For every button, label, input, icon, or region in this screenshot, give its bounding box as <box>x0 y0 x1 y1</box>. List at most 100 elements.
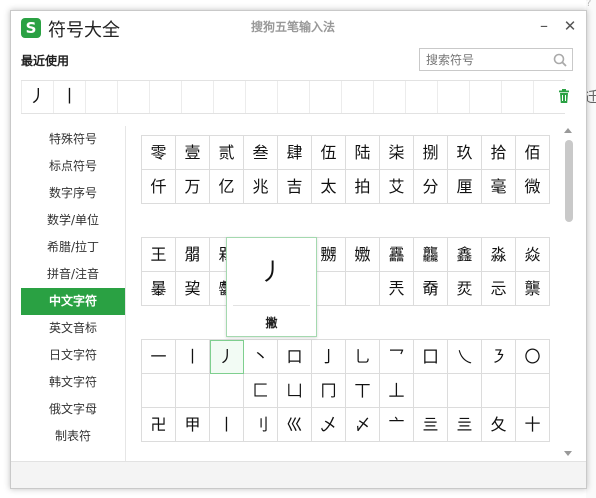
sidebar-item[interactable]: 韩文字符 <box>21 369 125 396</box>
recent-symbol-cell[interactable] <box>277 81 309 113</box>
recent-symbol-cell[interactable] <box>341 81 373 113</box>
symbol-cell[interactable]: 十 <box>516 408 550 442</box>
sidebar-item[interactable]: 数学/单位 <box>21 207 125 234</box>
symbol-cell[interactable]: 丶 <box>244 340 278 374</box>
symbol-cell[interactable]: 奣 <box>414 272 448 306</box>
symbol-cell[interactable]: 乀 <box>448 340 482 374</box>
symbol-cell[interactable]: 亅 <box>312 340 346 374</box>
sidebar-item[interactable]: 中文字符 <box>21 288 125 315</box>
recent-symbol-cell[interactable]: 丨 <box>53 81 85 113</box>
symbol-cell[interactable] <box>142 374 176 408</box>
symbol-cell[interactable]: 乚 <box>346 340 380 374</box>
recent-symbol-cell[interactable] <box>245 81 277 113</box>
recent-symbol-cell[interactable] <box>437 81 469 113</box>
symbol-cell[interactable]: 厘 <box>448 170 482 204</box>
sidebar-item[interactable]: 制表符 <box>21 423 125 450</box>
symbol-cell[interactable]: 曓 <box>142 272 176 306</box>
symbol-cell[interactable]: 万 <box>176 170 210 204</box>
sidebar-item[interactable]: 英文音标 <box>21 315 125 342</box>
symbol-cell[interactable]: 亖 <box>414 408 448 442</box>
recent-symbol-cell[interactable] <box>501 81 533 113</box>
symbol-cell[interactable] <box>312 272 346 306</box>
recent-symbol-cell[interactable]: 丿 <box>21 81 53 113</box>
recent-symbol-cell[interactable] <box>405 81 437 113</box>
symbol-cell[interactable]: ㇋ <box>482 340 516 374</box>
symbol-cell[interactable]: 零 <box>142 136 176 170</box>
symbol-cell[interactable]: 丨 <box>210 408 244 442</box>
symbol-cell[interactable]: 丿 <box>210 340 244 374</box>
symbol-cell[interactable]: 陆 <box>346 136 380 170</box>
recent-symbol-cell[interactable] <box>309 81 341 113</box>
sidebar-item[interactable]: 特殊符号 <box>21 126 125 153</box>
recent-symbol-cell[interactable] <box>149 81 181 113</box>
symbol-cell[interactable]: 冂 <box>312 374 346 408</box>
recent-symbol-cell[interactable] <box>85 81 117 113</box>
symbol-cell[interactable]: 一 <box>142 340 176 374</box>
symbol-cell[interactable]: 龒 <box>516 272 550 306</box>
symbol-cell[interactable]: 王 <box>142 238 176 272</box>
scrollbar-thumb[interactable] <box>565 140 573 222</box>
symbol-cell[interactable]: 朤 <box>176 238 210 272</box>
symbol-cell[interactable]: 贰 <box>210 136 244 170</box>
symbol-cell[interactable]: 巭 <box>176 272 210 306</box>
symbol-cell[interactable]: 口 <box>278 340 312 374</box>
symbol-cell[interactable]: 乛 <box>380 340 414 374</box>
symbol-cell[interactable]: 夂 <box>482 408 516 442</box>
symbol-cell[interactable]: 兆 <box>244 170 278 204</box>
symbol-cell[interactable] <box>176 374 210 408</box>
sidebar-item[interactable]: 标点符号 <box>21 153 125 180</box>
search-input[interactable] <box>420 49 560 70</box>
search-box[interactable] <box>419 48 573 71</box>
symbol-cell[interactable]: 焱 <box>516 238 550 272</box>
symbol-cell[interactable] <box>516 374 550 408</box>
symbol-cell[interactable]: 亖 <box>448 408 482 442</box>
symbol-cell[interactable]: 捌 <box>414 136 448 170</box>
recent-symbol-cell[interactable] <box>117 81 149 113</box>
minimize-button[interactable]: – <box>534 15 554 37</box>
symbol-cell[interactable]: 丨 <box>176 340 210 374</box>
symbol-cell[interactable]: 亿 <box>210 170 244 204</box>
sidebar-item[interactable]: 拼音/注音 <box>21 261 125 288</box>
recent-symbol-cell[interactable] <box>469 81 501 113</box>
symbol-cell[interactable]: 分 <box>414 170 448 204</box>
symbol-cell[interactable]: 嬲 <box>312 238 346 272</box>
symbol-cell[interactable]: 烎 <box>448 272 482 306</box>
symbol-cell[interactable]: 忈 <box>482 272 516 306</box>
symbol-cell[interactable]: 毫 <box>482 170 516 204</box>
sidebar-item[interactable]: 数字序号 <box>21 180 125 207</box>
symbol-cell[interactable]: 嫐 <box>346 238 380 272</box>
symbol-cell[interactable]: 甲 <box>176 408 210 442</box>
symbol-cell[interactable]: 〇 <box>516 340 550 374</box>
symbol-cell[interactable]: 〆 <box>346 408 380 442</box>
symbol-cell[interactable]: 叁 <box>244 136 278 170</box>
symbol-cell[interactable] <box>210 374 244 408</box>
symbol-cell[interactable]: 卍 <box>142 408 176 442</box>
symbol-cell[interactable]: 肆 <box>278 136 312 170</box>
symbol-cell[interactable]: 吉 <box>278 170 312 204</box>
trash-icon[interactable] <box>556 88 572 104</box>
symbol-cell[interactable]: 拍 <box>346 170 380 204</box>
symbol-cell[interactable]: 亠 <box>380 408 414 442</box>
symbol-cell[interactable]: 巛 <box>278 408 312 442</box>
symbol-cell[interactable]: 伍 <box>312 136 346 170</box>
recent-symbol-cell[interactable] <box>181 81 213 113</box>
title-bar[interactable]: S 符号大全 搜狗五笔输入法 – ✕ <box>11 11 586 43</box>
symbol-cell[interactable] <box>346 272 380 306</box>
symbol-cell[interactable]: 壹 <box>176 136 210 170</box>
symbol-cell[interactable] <box>482 374 516 408</box>
symbol-cell[interactable]: 丄 <box>380 374 414 408</box>
symbol-cell[interactable]: 仟 <box>142 170 176 204</box>
scrollbar[interactable] <box>562 126 575 461</box>
symbol-cell[interactable]: 靐 <box>380 238 414 272</box>
sidebar-item[interactable]: 日文字符 <box>21 342 125 369</box>
symbol-cell[interactable]: 兲 <box>380 272 414 306</box>
recent-symbol-cell[interactable] <box>373 81 405 113</box>
symbol-cell[interactable]: 匚 <box>244 374 278 408</box>
symbol-cell[interactable]: 微 <box>516 170 550 204</box>
symbol-cell[interactable]: 刂 <box>244 408 278 442</box>
symbol-cell[interactable]: 太 <box>312 170 346 204</box>
search-icon[interactable] <box>552 52 568 68</box>
symbol-cell[interactable]: 柒 <box>380 136 414 170</box>
symbol-cell[interactable]: 佰 <box>516 136 550 170</box>
scroll-up-arrow-icon[interactable] <box>564 128 572 133</box>
